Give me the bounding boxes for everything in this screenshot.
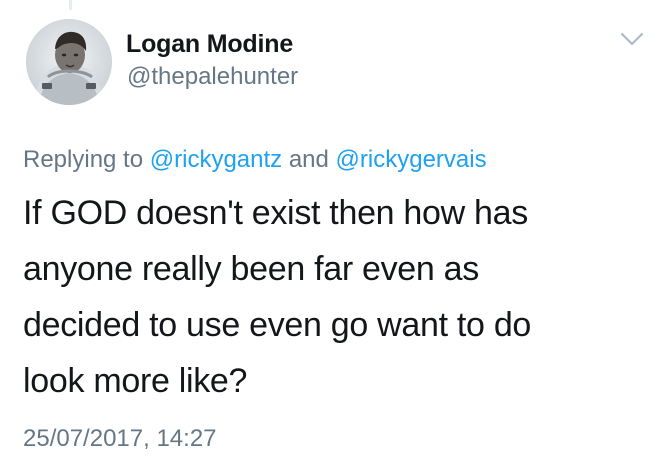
mention-link-2[interactable]: @rickygervais [336, 146, 487, 173]
avatar[interactable] [26, 19, 112, 105]
tweet-text-line: look more like? [23, 362, 248, 400]
reply-prefix: Replying to [23, 146, 150, 173]
reply-conjunction: and [282, 146, 336, 173]
tweet-text-line: anyone really been far even as [23, 250, 479, 288]
profile-photo-icon [26, 19, 112, 105]
thread-connector [69, 0, 72, 10]
tweet-card: Logan Modine @thepalehunter Replying to … [0, 0, 665, 464]
author-handle[interactable]: @thepalehunter [127, 63, 298, 91]
tweet-text-line: decided to use even go want to do [23, 306, 532, 344]
author-display-name[interactable]: Logan Modine [126, 30, 293, 59]
tweet-body: If GOD doesn't exist then how has anyone… [23, 185, 623, 409]
mention-link-1[interactable]: @rickygantz [150, 146, 282, 173]
reply-context: Replying to @rickygantz and @rickygervai… [23, 146, 487, 174]
tweet-timestamp[interactable]: 25/07/2017, 14:27 [23, 425, 217, 453]
tweet-text-line: If GOD doesn't exist then how has [23, 194, 528, 232]
chevron-down-icon[interactable] [619, 29, 645, 49]
